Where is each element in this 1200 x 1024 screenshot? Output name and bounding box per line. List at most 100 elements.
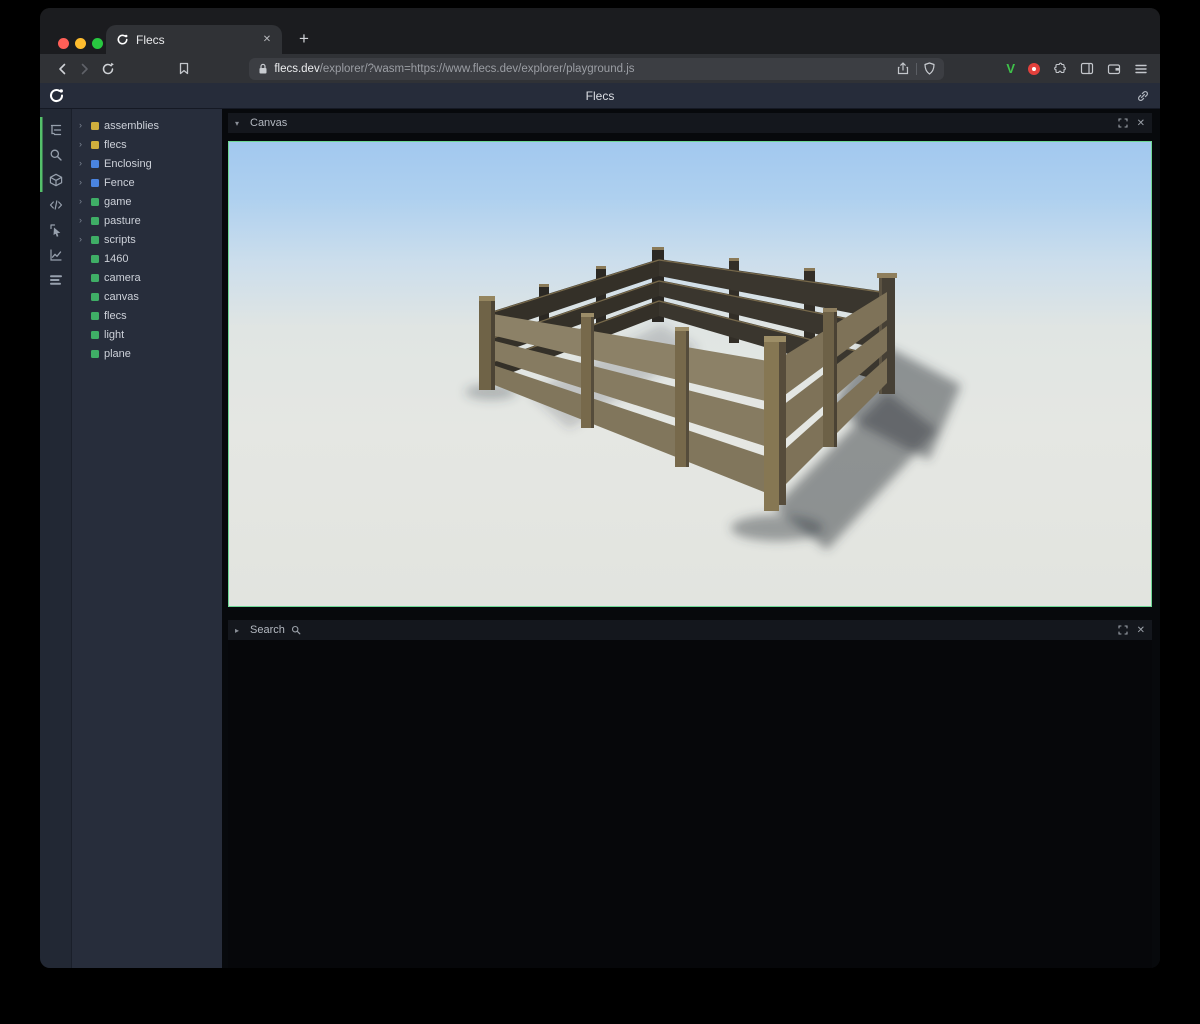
sidebar-toggle-icon[interactable]: [1080, 62, 1094, 75]
tree-item[interactable]: ›Enclosing: [72, 154, 222, 173]
tree-item[interactable]: ›canvas: [72, 287, 222, 306]
canvas-panel-header[interactable]: ▾ Canvas ✕: [228, 113, 1152, 133]
extensions-area: V: [1006, 61, 1148, 76]
tree-item[interactable]: ›camera: [72, 268, 222, 287]
app-header: Flecs: [40, 83, 1160, 109]
tree-expand-arrow[interactable]: ›: [79, 178, 86, 187]
tree-item[interactable]: ›flecs: [72, 306, 222, 325]
close-window-button[interactable]: [58, 38, 69, 49]
entity-kind-swatch: [91, 255, 99, 263]
sidebar-icon-canvas-3d[interactable]: [40, 167, 71, 192]
new-tab-button[interactable]: +: [292, 27, 316, 51]
entity-kind-swatch: [91, 122, 99, 130]
bookmark-icon: [178, 62, 190, 75]
tab-close-icon[interactable]: ✕: [260, 34, 274, 45]
entity-kind-swatch: [91, 236, 99, 244]
extensions-puzzle-icon[interactable]: [1053, 62, 1067, 76]
lock-icon: [258, 63, 268, 75]
wallet-icon[interactable]: [1107, 63, 1121, 75]
forward-button[interactable]: [73, 58, 96, 80]
entity-tree-panel: ›assemblies › flecs ›Enclosing › Fence ›ga…: [72, 109, 222, 968]
tree-item-label: flecs: [104, 310, 127, 322]
reload-icon: [101, 62, 115, 76]
url-domain: flecs.dev: [274, 63, 319, 75]
app-title: Flecs: [40, 89, 1160, 103]
tree-expand-arrow[interactable]: ›: [79, 140, 86, 149]
minimize-window-button[interactable]: [75, 38, 86, 49]
tree-item[interactable]: › Fence: [72, 173, 222, 192]
tree-item-label: canvas: [104, 291, 139, 303]
tree-expand-arrow[interactable]: ›: [79, 197, 86, 206]
tree-item[interactable]: › scripts: [72, 230, 222, 249]
canvas-panel-title: Canvas: [250, 117, 287, 129]
tree-item[interactable]: ›game: [72, 192, 222, 211]
tree-expand-arrow[interactable]: ›: [79, 121, 86, 130]
close-icon[interactable]: ✕: [1137, 118, 1145, 129]
entity-kind-swatch: [91, 198, 99, 206]
search-panel-body: [228, 640, 1152, 968]
main-panel-area: ▾ Canvas ✕: [222, 109, 1160, 968]
extension-v-icon[interactable]: V: [1006, 61, 1015, 76]
sidebar-icon-search[interactable]: [40, 142, 71, 167]
fullscreen-icon[interactable]: [1118, 118, 1128, 128]
entity-kind-swatch: [91, 217, 99, 225]
browser-toolbar: flecs.dev/explorer/?wasm=https://www.fle…: [40, 54, 1160, 83]
pointer-icon: [49, 223, 63, 237]
sidebar-icon-entity-tree[interactable]: [40, 117, 71, 142]
tree-expand-arrow[interactable]: ›: [79, 216, 86, 225]
entity-kind-swatch: [91, 312, 99, 320]
sidebar-icon-entity-picker[interactable]: [40, 217, 71, 242]
url-path: /explorer/?wasm=https://www.flecs.dev/ex…: [320, 63, 635, 75]
tree-item-label: camera: [104, 272, 141, 284]
bookmark-button[interactable]: [173, 58, 196, 80]
sidebar-icon-code-editor[interactable]: [40, 192, 71, 217]
traffic-lights: [58, 38, 103, 49]
tree-item[interactable]: ›plane: [72, 344, 222, 363]
back-button[interactable]: [50, 58, 73, 80]
tab-title: Flecs: [136, 33, 253, 47]
tree-expand-arrow[interactable]: ›: [79, 235, 86, 244]
chevron-down-icon[interactable]: ▾: [235, 119, 244, 128]
code-icon: [49, 198, 63, 212]
tree-item-label: plane: [104, 348, 131, 360]
entity-kind-swatch: [91, 293, 99, 301]
tree-expand-arrow[interactable]: ›: [79, 159, 86, 168]
tree-item-label: Fence: [104, 177, 135, 189]
tree-item[interactable]: ›assemblies: [72, 116, 222, 135]
tree-item-label: scripts: [104, 234, 136, 246]
canvas-viewport[interactable]: [228, 141, 1152, 607]
back-arrow-icon: [55, 62, 69, 76]
search-panel-header[interactable]: ▸ Search ✕: [228, 620, 1152, 640]
tree-item[interactable]: › pasture: [72, 211, 222, 230]
share-icon[interactable]: [897, 62, 909, 75]
zoom-window-button[interactable]: [92, 38, 103, 49]
search-small-icon: [291, 625, 301, 635]
fullscreen-icon[interactable]: [1118, 625, 1128, 635]
extension-red-icon[interactable]: [1028, 63, 1040, 75]
share-link-icon[interactable]: [1136, 89, 1150, 103]
sidebar-icon-stats-tables[interactable]: [40, 267, 71, 292]
tree-item-label: pasture: [104, 215, 141, 227]
entity-kind-swatch: [91, 274, 99, 282]
entity-kind-swatch: [91, 350, 99, 358]
search-icon: [49, 148, 63, 162]
tree-item[interactable]: ›light: [72, 325, 222, 344]
close-icon[interactable]: ✕: [1137, 625, 1145, 636]
reload-button[interactable]: [96, 58, 119, 80]
flecs-explorer-app: Flecs: [40, 83, 1160, 968]
menu-icon[interactable]: [1134, 63, 1148, 75]
flecs-logo: [48, 87, 65, 104]
chevron-right-icon[interactable]: ▸: [235, 626, 244, 635]
tree-item[interactable]: › flecs: [72, 135, 222, 154]
browser-tab[interactable]: Flecs ✕: [106, 25, 282, 54]
sidebar-icon-stats-chart[interactable]: [40, 242, 71, 267]
brave-shield-icon[interactable]: [924, 62, 935, 75]
tree-item[interactable]: ›1460: [72, 249, 222, 268]
3d-scene-fence: [229, 142, 1151, 606]
address-bar[interactable]: flecs.dev/explorer/?wasm=https://www.fle…: [249, 58, 944, 80]
tab-bar: Flecs ✕ +: [40, 8, 1160, 54]
tree-item-label: light: [104, 329, 124, 341]
app-body: ›assemblies › flecs ›Enclosing › Fence ›ga…: [40, 109, 1160, 968]
tree-item-label: flecs: [104, 139, 127, 151]
entity-tree-icon: [49, 123, 63, 137]
